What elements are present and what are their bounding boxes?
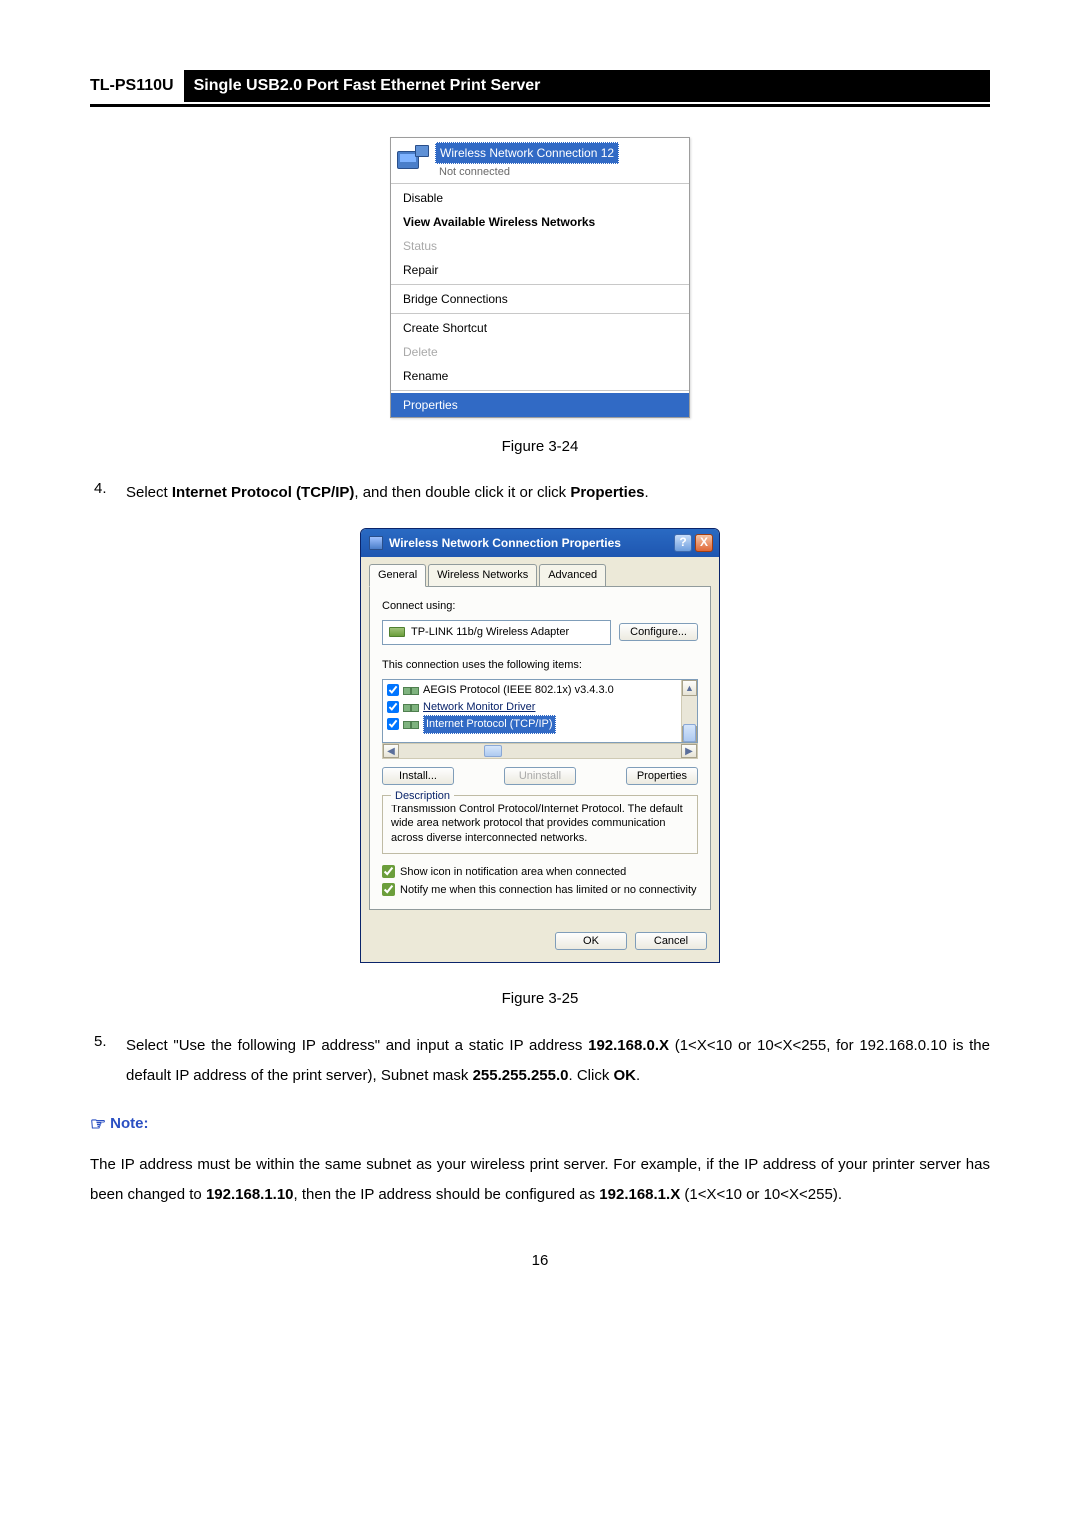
dialog-title: Wireless Network Connection Properties [389,534,671,552]
tab-general[interactable]: General [369,564,426,587]
item-tcpip[interactable]: Internet Protocol (TCP/IP) [383,715,681,734]
adapter-box: TP-LINK 11b/g Wireless Adapter [382,620,611,645]
scroll-thumb-h[interactable] [484,745,502,757]
connect-using-label: Connect using: [382,598,698,615]
menu-disable[interactable]: Disable [391,186,689,210]
dialog-titlebar: Wireless Network Connection Properties ?… [361,529,719,557]
model-label: TL-PS110U [90,70,184,102]
tab-panel-general: Connect using: TP-LINK 11b/g Wireless Ad… [369,586,711,910]
description-legend: Description [391,788,454,805]
tab-advanced[interactable]: Advanced [539,564,606,586]
network-connection-icon [397,145,429,177]
help-button[interactable]: ? [674,534,692,552]
items-horizontal-scrollbar[interactable]: ◀ ▶ [382,743,698,759]
dialog-title-icon [369,536,383,550]
properties-button[interactable]: Properties [626,767,698,785]
title-label: Single USB2.0 Port Fast Ethernet Print S… [184,70,990,102]
adapter-name: TP-LINK 11b/g Wireless Adapter [411,624,569,641]
ok-button[interactable]: OK [555,932,627,950]
notify-checkbox[interactable] [382,883,395,896]
menu-delete: Delete [391,340,689,364]
scroll-right-icon[interactable]: ▶ [681,744,697,758]
uninstall-button: Uninstall [504,767,576,785]
figure-3-24: Wireless Network Connection 12 Not conne… [90,137,990,418]
note-heading: ☞ Note: [90,1111,990,1138]
menu-view-networks[interactable]: View Available Wireless Networks [391,210,689,234]
show-icon-row[interactable]: Show icon in notification area when conn… [382,864,698,881]
step-5-number: 5. [90,1031,126,1091]
connection-status: Not connected [435,164,683,181]
figure-3-25-caption: Figure 3-25 [90,988,990,1011]
item-network-monitor[interactable]: Network Monitor Driver [383,699,681,716]
protocol-icon [403,719,419,729]
scroll-thumb[interactable] [683,724,696,742]
context-menu: Wireless Network Connection 12 Not conne… [390,137,690,418]
items-listbox[interactable]: AEGIS Protocol (IEEE 802.1x) v3.4.3.0 Ne… [382,679,698,743]
step-4-number: 4. [90,478,126,508]
dialog-tabs: General Wireless Networks Advanced [369,564,711,587]
pointing-hand-icon: ☞ [90,1111,106,1138]
item-aegis[interactable]: AEGIS Protocol (IEEE 802.1x) v3.4.3.0 [383,682,681,699]
menu-repair[interactable]: Repair [391,258,689,282]
menu-create-shortcut[interactable]: Create Shortcut [391,316,689,340]
description-fieldset: Description Transmission Control Protoco… [382,795,698,854]
scroll-up-icon[interactable]: ▲ [682,680,697,696]
figure-3-24-caption: Figure 3-24 [90,436,990,459]
close-button[interactable]: X [695,534,713,552]
protocol-icon [403,685,419,695]
configure-button[interactable]: Configure... [619,623,698,641]
menu-rename[interactable]: Rename [391,364,689,388]
notify-row[interactable]: Notify me when this connection has limit… [382,882,698,899]
step-4: 4. Select Internet Protocol (TCP/IP), an… [90,478,990,508]
cancel-button[interactable]: Cancel [635,932,707,950]
page-header: TL-PS110U Single USB2.0 Port Fast Ethern… [90,70,990,107]
tab-wireless-networks[interactable]: Wireless Networks [428,564,537,586]
dialog-footer: OK Cancel [361,918,719,962]
notify-label: Notify me when this connection has limit… [400,882,697,899]
protocol-icon [403,702,419,712]
show-icon-checkbox[interactable] [382,865,395,878]
description-text: Transmission Control Protocol/Internet P… [391,802,689,845]
install-button[interactable]: Install... [382,767,454,785]
menu-status: Status [391,234,689,258]
step-5: 5. Select "Use the following IP address"… [90,1031,990,1091]
uses-items-label: This connection uses the following items… [382,657,698,674]
item-nmd-checkbox[interactable] [387,701,399,713]
item-tcpip-checkbox[interactable] [387,718,399,730]
properties-dialog: Wireless Network Connection Properties ?… [360,528,720,963]
item-aegis-checkbox[interactable] [387,684,399,696]
show-icon-label: Show icon in notification area when conn… [400,864,626,881]
menu-bridge[interactable]: Bridge Connections [391,287,689,311]
scroll-left-icon[interactable]: ◀ [383,744,399,758]
menu-properties[interactable]: Properties [391,393,689,417]
context-menu-header: Wireless Network Connection 12 Not conne… [391,138,689,181]
nic-icon [389,627,405,637]
note-body: The IP address must be within the same s… [90,1150,990,1210]
connection-title: Wireless Network Connection 12 [435,142,619,164]
page-number: 16 [90,1250,990,1273]
items-vertical-scrollbar[interactable]: ▲ ▼ [681,680,697,742]
figure-3-25: Wireless Network Connection Properties ?… [90,528,990,970]
